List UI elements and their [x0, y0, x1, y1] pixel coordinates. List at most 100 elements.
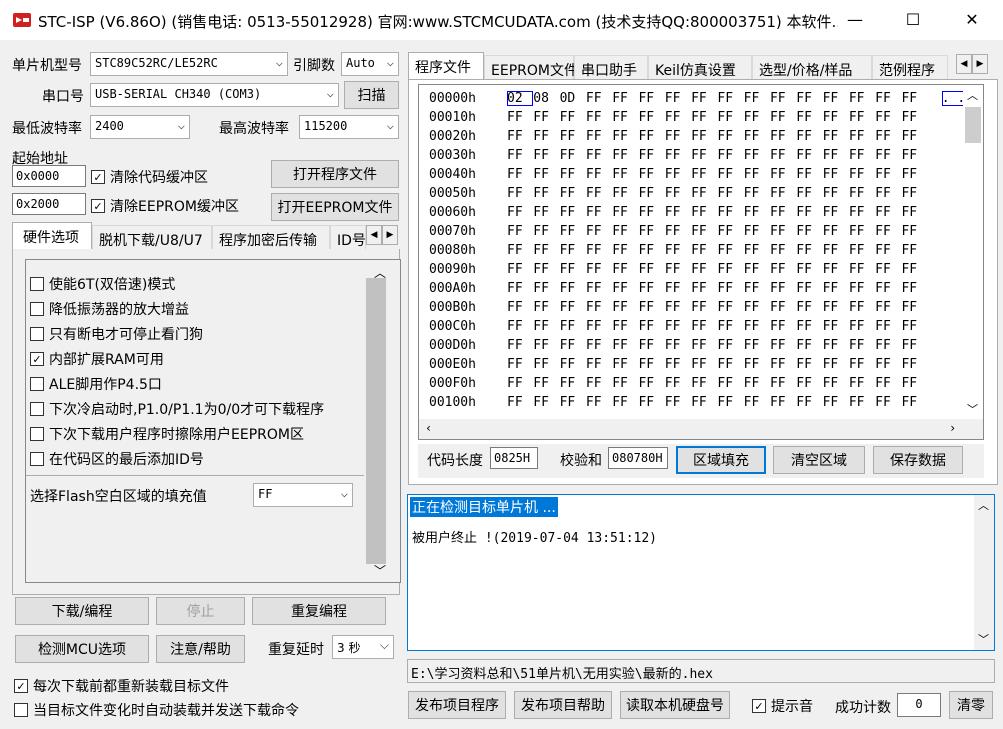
hex-byte[interactable]: FF [796, 338, 822, 353]
hex-byte[interactable]: 0D [560, 91, 586, 106]
hex-byte[interactable]: FF [665, 205, 691, 220]
read-disk-id-button[interactable]: 读取本机硬盘号 [620, 691, 730, 719]
hex-byte[interactable]: FF [560, 281, 586, 296]
hex-byte[interactable]: FF [612, 186, 638, 201]
hex-byte[interactable]: FF [533, 110, 559, 125]
hex-byte[interactable]: FF [717, 186, 743, 201]
hex-byte[interactable]: FF [691, 338, 717, 353]
hex-horizontal-scrollbar[interactable]: ‹ › [419, 419, 983, 439]
hex-byte[interactable]: FF [665, 91, 691, 106]
hex-byte[interactable]: FF [586, 319, 612, 334]
hex-byte[interactable]: FF [849, 186, 875, 201]
hex-byte[interactable]: FF [665, 319, 691, 334]
mcu-type-select[interactable]: STC89C52RC/LE52RC ⌵ [90, 52, 288, 76]
hex-byte[interactable]: FF [586, 376, 612, 391]
hex-byte[interactable]: FF [770, 395, 796, 410]
title-bar[interactable]: STC-ISP (V6.86O) (销售电话: 0513-55012928) 官… [0, 0, 1003, 40]
hex-byte[interactable]: FF [586, 205, 612, 220]
hex-byte[interactable]: FF [875, 186, 901, 201]
hex-byte[interactable]: FF [665, 167, 691, 182]
option-ale-pin[interactable]: ALE脚用作P4.5口 [30, 374, 162, 394]
hex-byte[interactable]: FF [744, 300, 770, 315]
hex-byte[interactable]: FF [823, 319, 849, 334]
hex-byte[interactable]: FF [560, 376, 586, 391]
hex-byte[interactable]: FF [717, 300, 743, 315]
hex-byte[interactable]: FF [691, 319, 717, 334]
hex-byte[interactable]: FF [875, 129, 901, 144]
hex-byte[interactable]: FF [691, 376, 717, 391]
min-baud-select[interactable]: 2400 ⌵ [90, 115, 190, 139]
hex-byte[interactable]: FF [796, 281, 822, 296]
hex-byte[interactable]: FF [796, 110, 822, 125]
hex-byte[interactable]: FF [849, 167, 875, 182]
pins-select[interactable]: Auto ⌵ [341, 52, 399, 76]
scrollbar-thumb[interactable] [965, 107, 981, 143]
hex-byte[interactable]: FF [560, 338, 586, 353]
hex-byte[interactable]: FF [717, 148, 743, 163]
hex-byte[interactable]: FF [533, 129, 559, 144]
hex-byte[interactable]: FF [717, 205, 743, 220]
hex-byte[interactable]: FF [901, 186, 927, 201]
hex-byte[interactable]: FF [507, 167, 533, 182]
hex-byte[interactable]: FF [717, 376, 743, 391]
hex-byte[interactable]: FF [507, 281, 533, 296]
hex-byte[interactable]: FF [612, 281, 638, 296]
hex-byte[interactable]: FF [823, 338, 849, 353]
hex-byte[interactable]: FF [533, 224, 559, 239]
tab-id-number[interactable]: ID号 [330, 225, 366, 249]
code-addr-input[interactable]: 0x0000 [12, 165, 86, 187]
hex-byte[interactable]: FF [612, 395, 638, 410]
hex-byte[interactable]: FF [638, 224, 664, 239]
hex-byte[interactable]: FF [612, 376, 638, 391]
hex-byte[interactable]: FF [691, 395, 717, 410]
repeat-program-button[interactable]: 重复编程 [252, 597, 386, 625]
fill-value-select[interactable]: FF ⌵ [253, 483, 353, 507]
hex-byte[interactable]: FF [665, 395, 691, 410]
hex-byte[interactable]: FF [849, 110, 875, 125]
hex-byte[interactable]: FF [691, 262, 717, 277]
hex-byte[interactable]: FF [533, 205, 559, 220]
hex-byte[interactable]: FF [744, 186, 770, 201]
hex-byte[interactable]: FF [901, 300, 927, 315]
tab-keil-simulation[interactable]: Keil仿真设置 [648, 55, 752, 79]
hex-byte[interactable]: FF [691, 357, 717, 372]
hex-byte[interactable]: FF [533, 167, 559, 182]
hex-byte[interactable]: FF [744, 110, 770, 125]
hex-byte[interactable]: FF [560, 129, 586, 144]
hex-byte[interactable]: FF [560, 148, 586, 163]
hex-byte[interactable]: FF [586, 148, 612, 163]
hex-byte[interactable]: FF [770, 262, 796, 277]
hex-byte[interactable]: FF [507, 243, 533, 258]
hex-byte[interactable]: 08 [533, 91, 559, 106]
hex-byte[interactable]: FF [849, 395, 875, 410]
hex-byte[interactable]: FF [744, 319, 770, 334]
hex-byte[interactable]: FF [638, 262, 664, 277]
hex-byte[interactable]: FF [560, 262, 586, 277]
hex-byte[interactable]: FF [638, 281, 664, 296]
hex-byte[interactable]: FF [612, 224, 638, 239]
hex-byte[interactable]: FF [823, 262, 849, 277]
hex-byte[interactable]: FF [665, 281, 691, 296]
hex-byte[interactable]: FF [849, 224, 875, 239]
hex-byte[interactable]: FF [560, 357, 586, 372]
hex-byte[interactable]: FF [770, 319, 796, 334]
hex-byte[interactable]: FF [770, 300, 796, 315]
hex-byte[interactable]: FF [744, 281, 770, 296]
hex-byte[interactable]: FF [612, 148, 638, 163]
hex-byte[interactable]: FF [586, 91, 612, 106]
download-program-button[interactable]: 下载/编程 [15, 597, 149, 625]
clear-eeprom-checkbox[interactable]: ✓ 清除EEPROM缓冲区 [91, 196, 239, 216]
hex-byte[interactable]: FF [586, 186, 612, 201]
hex-byte[interactable]: FF [586, 357, 612, 372]
hex-byte[interactable]: FF [507, 395, 533, 410]
hex-byte[interactable]: FF [612, 110, 638, 125]
hex-byte[interactable]: FF [875, 262, 901, 277]
hex-byte[interactable]: FF [533, 395, 559, 410]
hex-byte[interactable]: FF [849, 148, 875, 163]
hex-byte[interactable]: FF [770, 110, 796, 125]
hex-byte[interactable]: FF [875, 357, 901, 372]
hex-byte[interactable]: FF [823, 110, 849, 125]
hex-byte[interactable]: FF [901, 167, 927, 182]
hex-byte[interactable]: FF [875, 148, 901, 163]
hex-byte[interactable]: FF [823, 243, 849, 258]
